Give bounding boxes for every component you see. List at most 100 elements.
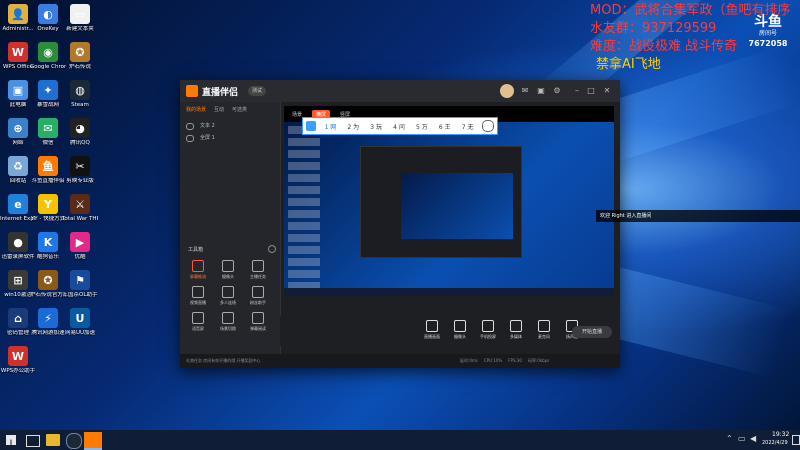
taskbar-explorer-icon[interactable]	[46, 434, 60, 446]
ime-candidate[interactable]: 6 王	[433, 122, 456, 131]
ime-candidate[interactable]: 5 万	[410, 122, 433, 131]
scene-tab[interactable]: 我的场景	[186, 106, 206, 113]
tool-label: 语音屏	[192, 326, 204, 331]
tray-network-icon[interactable]: ▭	[738, 434, 746, 443]
tray-date[interactable]: 2022/4/29	[762, 440, 788, 446]
desktop-icon-label: 炉石传说官方插件	[30, 292, 66, 298]
tool-label: 场景切换	[220, 326, 236, 331]
taskview-icon[interactable]	[26, 435, 40, 447]
preview-nested-window	[360, 146, 522, 258]
desktop-icon-label: 腾讯QQ	[70, 140, 90, 146]
tool-button[interactable]: 视频直播	[186, 286, 210, 306]
control-label: 直播画面	[424, 334, 440, 339]
version-badge[interactable]: 测试	[248, 86, 267, 96]
mail-icon[interactable]: ✉	[520, 86, 530, 96]
tool-label: 主播任务	[250, 274, 266, 279]
desktop-icon[interactable]: ✂ 剪映专业版	[62, 156, 98, 185]
desktop-icon[interactable]: K 酷狗音乐	[30, 232, 66, 261]
tool-button[interactable]: 屏幕推流	[186, 260, 210, 280]
scene-item-label: 文本 2	[200, 123, 215, 129]
app-titlebar[interactable]: 直播伴侣 测试 ✉ ▣ ⚙ – □ ✕	[180, 80, 620, 102]
desktop-icon[interactable]: ◕ 腾讯QQ	[62, 118, 98, 147]
tool-label: 摄像头	[222, 274, 234, 279]
tray-time[interactable]: 19:32	[772, 431, 789, 438]
ime-candidate[interactable]: 3 玩	[365, 122, 388, 131]
notification-icon[interactable]	[792, 435, 800, 445]
desktop-icon[interactable]: ⚑ 三国杀OL助手	[62, 270, 98, 299]
tool-button[interactable]: 语音屏	[186, 312, 210, 332]
tool-button[interactable]: 粉丝助手	[246, 286, 270, 306]
ime-candidate[interactable]: 4 问	[388, 122, 411, 131]
tool-button[interactable]: 场景切换	[216, 312, 240, 332]
scene-tab[interactable]: 可选类	[232, 106, 247, 113]
desktop-icon-label: YY - 快捷方式	[30, 216, 66, 222]
desktop-icon[interactable]: ✪ 炉石传说	[62, 42, 98, 71]
eye-icon[interactable]	[186, 135, 194, 142]
desktop-icon-label: 暴雪战网	[36, 102, 59, 108]
tool-button[interactable]: 主播任务	[246, 260, 270, 280]
scene-item[interactable]: 全屏 1	[186, 132, 274, 144]
desktop-icon[interactable]: 鱼斗鱼直播伴侣	[30, 156, 66, 185]
desktop-icon-label: Steam	[71, 102, 89, 108]
desktop-icon[interactable]: ✦ 暴雪战网	[30, 80, 66, 109]
control-button[interactable]: 手机投屏	[474, 320, 502, 340]
control-bar: 直播画面 摄像头 手机投屏 多媒体 麦克风 扬声器 开始直播	[280, 316, 620, 346]
avatar[interactable]	[500, 84, 514, 98]
control-icon	[482, 320, 494, 332]
start-live-button[interactable]: 开始直播	[572, 326, 612, 338]
tools-close-icon[interactable]	[268, 245, 276, 253]
control-button[interactable]: 多媒体	[502, 320, 530, 340]
ime-candidate[interactable]: 2 为	[342, 122, 365, 131]
taskbar-douyu-icon[interactable]	[84, 432, 102, 450]
tool-label: 粉丝助手	[250, 300, 266, 305]
taskbar-steam-icon[interactable]	[66, 433, 82, 449]
ime-candidate[interactable]: 1 网	[319, 122, 342, 131]
control-button[interactable]: 摄像头	[446, 320, 474, 340]
scene-item[interactable]: 文本 2	[186, 120, 274, 132]
tencent-accel-icon: ⚡	[38, 308, 58, 328]
tool-button[interactable]: 弹幕阅读	[246, 312, 270, 332]
scene-tab[interactable]: 互动	[214, 106, 224, 113]
gift-icon[interactable]: ▣	[536, 86, 546, 96]
close-icon[interactable]: ✕	[602, 86, 612, 96]
ime-candidate[interactable]: 7 无	[456, 122, 479, 131]
tools-header: 工具箱	[188, 247, 204, 253]
tray-expand-icon[interactable]: ⌃	[726, 434, 733, 443]
tool-button[interactable]: 多人连线	[216, 286, 240, 306]
preview-taskbar	[284, 288, 614, 296]
desktop-icon-label: WPS办公助手	[0, 368, 36, 374]
tool-button[interactable]: 摄像头	[216, 260, 240, 280]
control-button[interactable]: 直播画面	[418, 320, 446, 340]
ime-candidate-bar[interactable]: 1 网2 为3 玩4 问5 万6 王7 无	[302, 117, 498, 135]
preview-desktop	[284, 122, 614, 296]
settings-icon[interactable]: ⚙	[552, 86, 562, 96]
maximize-icon[interactable]: □	[586, 86, 596, 96]
control-button[interactable]: 麦克风	[530, 320, 558, 340]
desktop-icon[interactable]: ◍ Steam	[62, 80, 98, 109]
desktop-icon-label: 网易UU加速	[64, 330, 96, 336]
desktop-icon[interactable]: ⚡ 腾讯网游加速	[30, 308, 66, 337]
status-text: 礼物任务 房间有你开播的哦 开播奖励中心	[186, 358, 261, 363]
password-manager-icon: ⌂	[8, 308, 28, 328]
desktop-icon-label: 剪映专业版	[66, 178, 94, 184]
onekey-icon: ◐	[38, 4, 58, 24]
preview-icon-column	[288, 126, 320, 292]
start-icon[interactable]	[6, 435, 16, 445]
desktop-icon[interactable]: ✪ 炉石传说官方插件	[30, 270, 66, 299]
chrome-icon: ◉	[38, 42, 58, 62]
desktop-icon[interactable]: ▭ 新建文本夹	[62, 4, 98, 33]
desktop-icon[interactable]: W WPS办公助手	[0, 346, 36, 375]
desktop-icon[interactable]: ▶ 优酷	[62, 232, 98, 261]
emoji-icon[interactable]	[482, 120, 495, 132]
desktop-icon[interactable]: Y YY - 快捷方式	[30, 194, 66, 223]
minimize-icon[interactable]: –	[572, 86, 582, 96]
desktop-icon[interactable]: ◐ OneKey	[30, 4, 66, 33]
eye-icon[interactable]	[186, 123, 194, 130]
tray-volume-icon[interactable]: ◀	[750, 434, 756, 443]
desktop-icon[interactable]: ⚔ Total War THREE KI...	[62, 194, 98, 223]
status-stats: 延时:0ms CPU:10% FPS:30 码率:0kbps	[460, 358, 549, 364]
youku-icon: ▶	[70, 232, 90, 252]
desktop-icon[interactable]: U 网易UU加速	[62, 308, 98, 337]
desktop-icon[interactable]: ◉ Google Chrome	[30, 42, 66, 71]
desktop-icon[interactable]: ✉ 微信	[30, 118, 66, 147]
